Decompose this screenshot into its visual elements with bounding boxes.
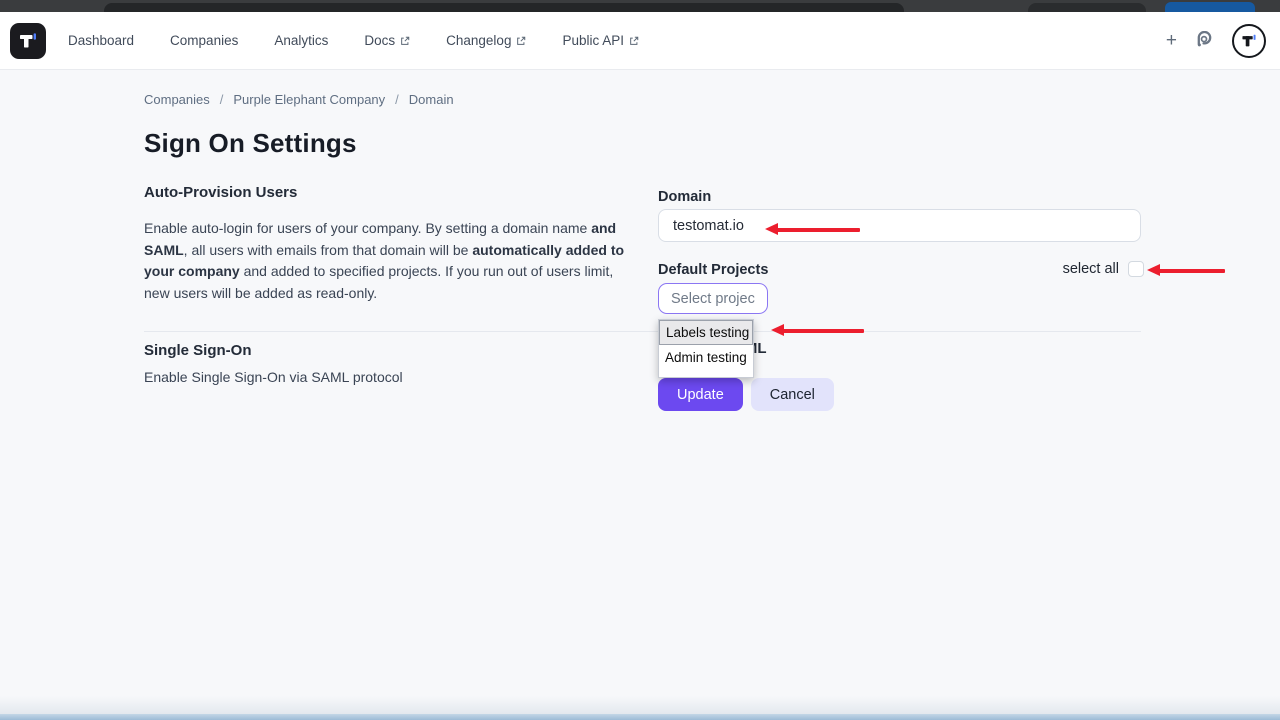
logo-t-icon — [17, 30, 39, 52]
nav-item-label: Public API — [562, 33, 624, 48]
update-button[interactable]: Update — [658, 378, 743, 411]
cancel-button[interactable]: Cancel — [751, 378, 834, 411]
nav-item-label: Companies — [170, 33, 238, 48]
breadcrumb-companies[interactable]: Companies — [144, 92, 210, 107]
navbar-right: + — [1166, 24, 1266, 58]
project-options-dropdown: Labels testing Admin testing — [658, 319, 754, 378]
nav-item-label: Dashboard — [68, 33, 134, 48]
select-all-row: select all — [1040, 261, 1144, 277]
default-projects-label: Default Projects — [658, 262, 768, 278]
search-icon[interactable] — [1195, 31, 1214, 50]
nav-item-docs[interactable]: Docs — [364, 33, 410, 48]
breadcrumb-company-name[interactable]: Purple Elephant Company — [233, 92, 385, 107]
breadcrumb-domain[interactable]: Domain — [409, 92, 454, 107]
project-select-placeholder: Select projec — [671, 291, 755, 307]
browser-blue-button[interactable] — [1165, 2, 1255, 12]
external-link-icon — [400, 36, 410, 46]
auto-provision-heading: Auto-Provision Users — [144, 184, 630, 201]
project-select[interactable]: Select projec — [658, 283, 768, 314]
window-bottom-edge — [0, 714, 1280, 720]
browser-tab[interactable] — [104, 3, 904, 12]
browser-chrome-strip — [0, 0, 1280, 12]
app-logo[interactable] — [10, 23, 46, 59]
annotation-arrow-domain — [765, 223, 860, 236]
option-admin-testing[interactable]: Admin testing — [659, 345, 753, 370]
domain-input[interactable] — [658, 209, 1141, 242]
desc-text: , all users with emails from that domain… — [184, 242, 473, 258]
form-actions: Update Cancel — [658, 378, 834, 411]
select-all-label: select all — [1063, 261, 1119, 277]
nav-item-companies[interactable]: Companies — [170, 33, 238, 48]
nav-item-label: Changelog — [446, 33, 511, 48]
select-all-checkbox[interactable] — [1128, 261, 1144, 277]
avatar-t-icon — [1240, 32, 1258, 50]
annotation-arrow-select-all — [1147, 264, 1225, 277]
browser-toolbar-item[interactable] — [1028, 3, 1146, 12]
breadcrumb-separator: / — [220, 92, 224, 107]
add-button[interactable]: + — [1166, 31, 1177, 50]
breadcrumb-separator: / — [395, 92, 399, 107]
external-link-icon — [629, 36, 639, 46]
sso-heading: Single Sign-On — [144, 342, 252, 359]
page-title: Sign On Settings — [144, 128, 357, 159]
top-navbar: Dashboard Companies Analytics Docs Chang… — [0, 12, 1280, 70]
user-avatar[interactable] — [1232, 24, 1266, 58]
sso-description: Enable Single Sign-On via SAML protocol — [144, 369, 403, 385]
auto-provision-section: Auto-Provision Users Enable auto-login f… — [144, 184, 630, 304]
nav-item-public-api[interactable]: Public API — [562, 33, 639, 48]
arrow-shaft — [1158, 269, 1225, 273]
nav-item-label: Analytics — [274, 33, 328, 48]
desc-text: Enable auto-login for users of your comp… — [144, 220, 591, 236]
nav-item-changelog[interactable]: Changelog — [446, 33, 526, 48]
arrow-shaft — [776, 228, 860, 232]
auto-provision-description: Enable auto-login for users of your comp… — [144, 218, 630, 304]
bottom-fade — [0, 696, 1280, 714]
nav-item-analytics[interactable]: Analytics — [274, 33, 328, 48]
nav-links: Dashboard Companies Analytics Docs Chang… — [68, 33, 639, 48]
breadcrumb: Companies / Purple Elephant Company / Do… — [144, 92, 454, 107]
annotation-arrow-dropdown — [771, 324, 864, 337]
nav-item-label: Docs — [364, 33, 395, 48]
external-link-icon — [516, 36, 526, 46]
option-labels-testing[interactable]: Labels testing — [659, 320, 753, 345]
nav-item-dashboard[interactable]: Dashboard — [68, 33, 134, 48]
domain-label: Domain — [658, 189, 711, 205]
section-divider — [144, 331, 1141, 332]
arrow-shaft — [782, 329, 864, 333]
